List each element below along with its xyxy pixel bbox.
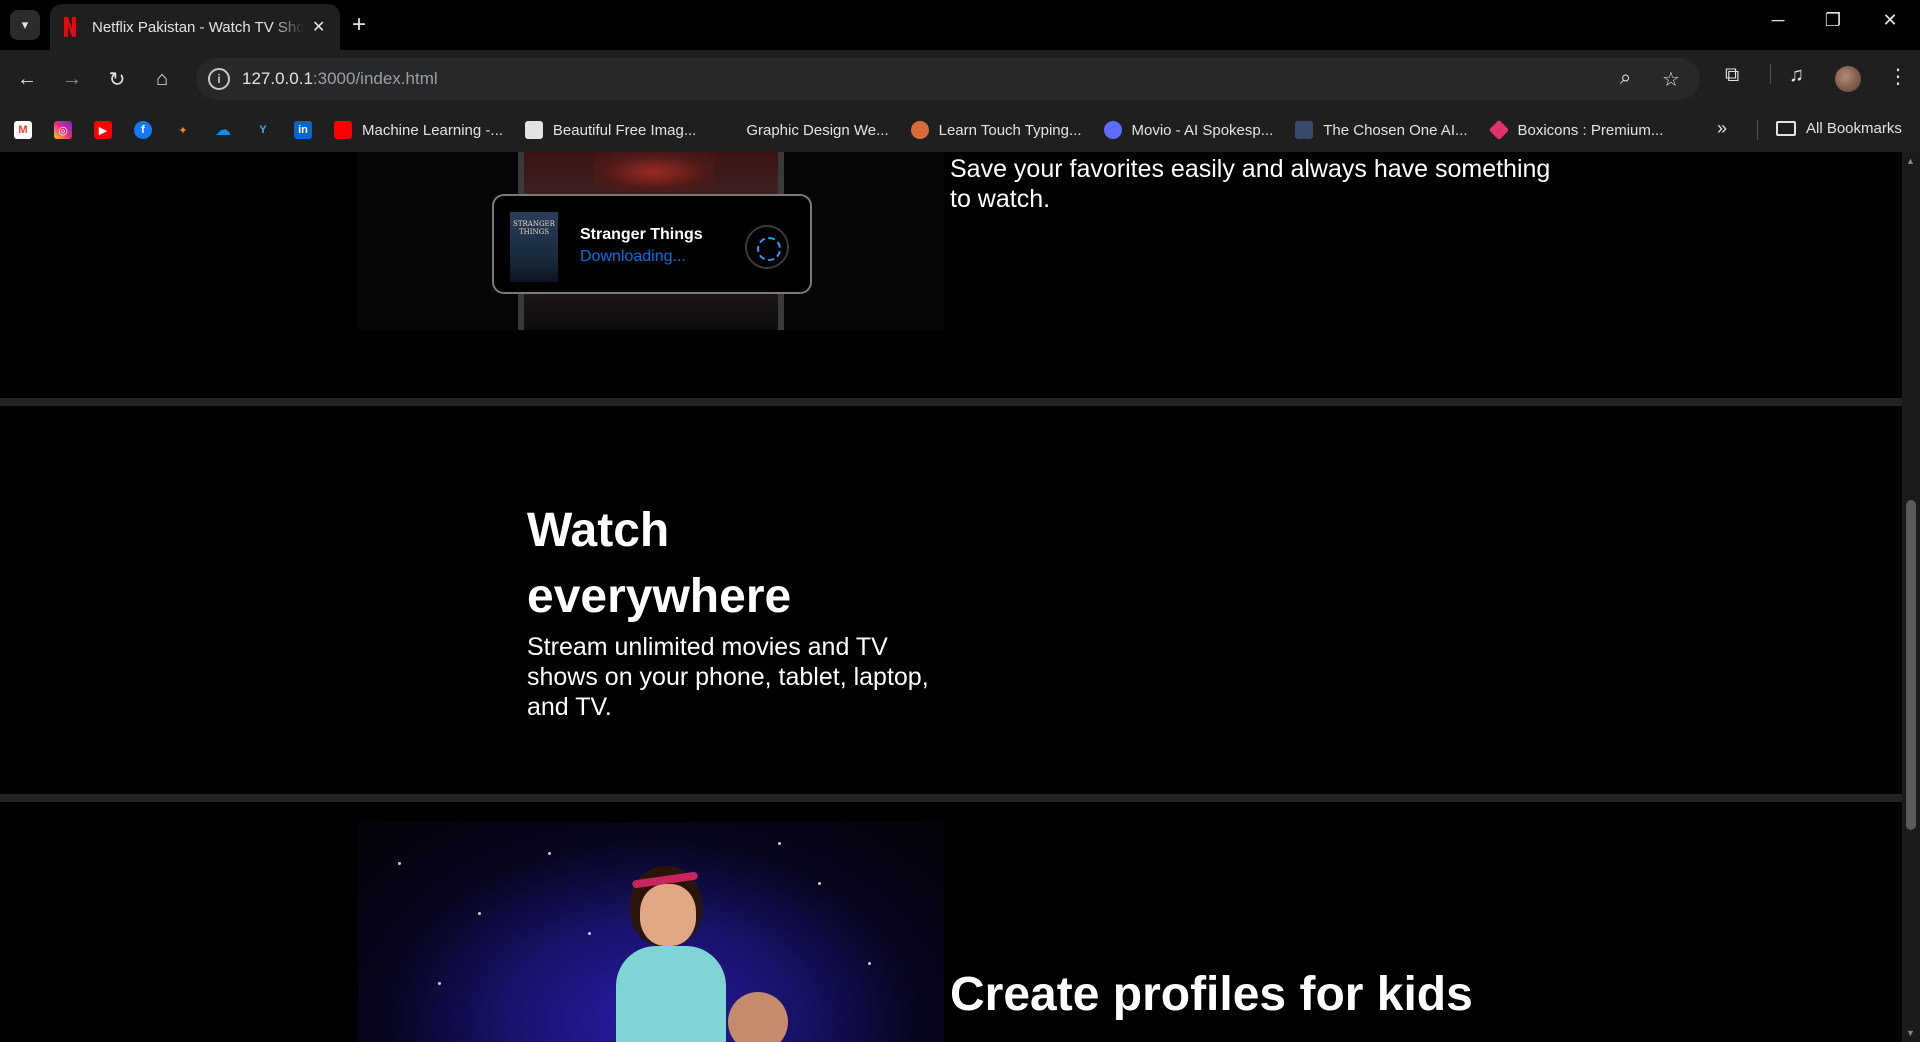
media-controls-icon[interactable]: ♫ — [1789, 64, 1804, 87]
kids-heading: Create profiles for kids — [950, 968, 1473, 1021]
forward-button[interactable]: → — [57, 64, 87, 94]
tab-close-icon[interactable]: ✕ — [312, 17, 325, 37]
poster-image — [594, 152, 714, 192]
netflix-favicon-icon — [64, 17, 76, 37]
url-text[interactable]: 127.0.0.1:3000/index.html — [242, 69, 438, 89]
download-description: Save your favorites easily and always ha… — [950, 155, 1551, 213]
all-bookmarks-button[interactable]: All Bookmarks — [1776, 120, 1902, 137]
movio-icon — [1103, 121, 1122, 139]
address-bar[interactable]: i 127.0.0.1:3000/index.html ⌕ ☆ — [196, 58, 1700, 100]
more-bookmarks-icon[interactable]: » — [1717, 118, 1727, 139]
new-tab-button[interactable]: + — [352, 11, 366, 39]
tab-title: Netflix Pakistan - Watch TV Shows Online… — [92, 18, 304, 36]
y-app-icon[interactable]: Y — [254, 121, 272, 139]
boxicons-icon — [1488, 119, 1509, 141]
menu-icon[interactable]: ⋮ — [1888, 64, 1908, 89]
zoom-icon[interactable]: ⌕ — [1620, 67, 1631, 90]
page-scrollbar[interactable]: ▲ ▼ — [1902, 152, 1920, 1042]
back-button[interactable]: ← — [12, 64, 42, 94]
stranger-things-poster: STRANGER THINGS — [510, 212, 558, 282]
download-spinner-icon — [745, 225, 789, 269]
download-section: STRANGER THINGS Stranger Things Download… — [0, 152, 1902, 398]
scroll-thumb[interactable] — [1906, 500, 1916, 830]
bookmarks-separator — [1757, 120, 1758, 140]
home-button[interactable]: ⌂ — [147, 64, 177, 94]
bookmark-item[interactable]: Learn Touch Typing... — [910, 121, 1082, 139]
youtube-icon — [334, 121, 352, 139]
download-title: Stranger Things — [580, 226, 703, 243]
watch-description: Stream unlimited movies and TV shows on … — [527, 633, 929, 721]
bookmark-item[interactable]: Machine Learning -... — [334, 121, 503, 139]
bookmark-item[interactable]: The Chosen One AI... — [1295, 121, 1468, 139]
browser-toolbar: ← → ↻ ⌂ i 127.0.0.1:3000/index.html ⌕ ☆ … — [0, 50, 1920, 108]
linkedin-icon[interactable]: in — [294, 121, 312, 139]
profile-avatar[interactable] — [1835, 66, 1861, 92]
close-window-button[interactable]: ✕ — [1870, 10, 1910, 31]
bookmarks-bar: M ◎ ▶ f ✦ ☁ Y in Machine Learning -... B… — [0, 108, 1920, 152]
download-status: Downloading... — [580, 248, 686, 265]
folder-icon — [1776, 121, 1796, 136]
scroll-down-icon[interactable]: ▼ — [1906, 1028, 1915, 1038]
bookmark-item[interactable]: Graphic Design We... — [718, 121, 889, 139]
bookmark-item[interactable]: Beautiful Free Imag... — [524, 121, 696, 139]
scroll-up-icon[interactable]: ▲ — [1906, 156, 1915, 166]
onedrive-icon[interactable]: ☁ — [214, 121, 232, 139]
minimize-button[interactable]: ─ — [1758, 10, 1798, 31]
design-icon — [718, 121, 737, 139]
tab-strip: ▾ Netflix Pakistan - Watch TV Shows Onli… — [0, 0, 1920, 50]
youtube-icon[interactable]: ▶ — [94, 121, 112, 139]
boy-character — [728, 992, 788, 1042]
section-divider — [0, 794, 1902, 802]
typing-icon — [910, 121, 929, 139]
chosen-icon — [1295, 121, 1314, 139]
extensions-icon[interactable]: ⧉ — [1725, 64, 1739, 87]
bookmark-star-icon[interactable]: ☆ — [1662, 67, 1680, 92]
reload-button[interactable]: ↻ — [102, 64, 132, 94]
browser-chrome: ▾ Netflix Pakistan - Watch TV Shows Onli… — [0, 0, 1920, 152]
bookmark-item[interactable]: Boxicons : Premium... — [1488, 119, 1663, 141]
site-info-icon[interactable]: i — [208, 68, 230, 90]
bookmark-item[interactable]: Movio - AI Spokesp... — [1103, 121, 1273, 139]
tab-search-button[interactable]: ▾ — [10, 10, 40, 40]
kids-image — [358, 822, 944, 1042]
section-divider — [0, 398, 1902, 406]
kids-profile-section: Create profiles for kids — [0, 802, 1902, 1042]
watch-heading: Watch everywhere — [527, 504, 792, 623]
download-card: STRANGER THINGS Stranger Things Download… — [492, 194, 812, 294]
active-tab[interactable]: Netflix Pakistan - Watch TV Shows Online… — [50, 4, 340, 50]
instagram-icon[interactable]: ◎ — [54, 121, 72, 139]
page-viewport: STRANGER THINGS Stranger Things Download… — [0, 152, 1902, 1042]
gmail-icon[interactable]: M — [14, 121, 32, 139]
unsplash-icon — [524, 121, 543, 139]
facebook-icon[interactable]: f — [134, 121, 152, 139]
figma-like-icon[interactable]: ✦ — [174, 121, 192, 139]
toolbar-separator — [1770, 64, 1771, 84]
watch-everywhere-section: Watch everywhere Stream unlimited movies… — [0, 406, 1902, 722]
restore-button[interactable]: ❐ — [1813, 10, 1853, 31]
